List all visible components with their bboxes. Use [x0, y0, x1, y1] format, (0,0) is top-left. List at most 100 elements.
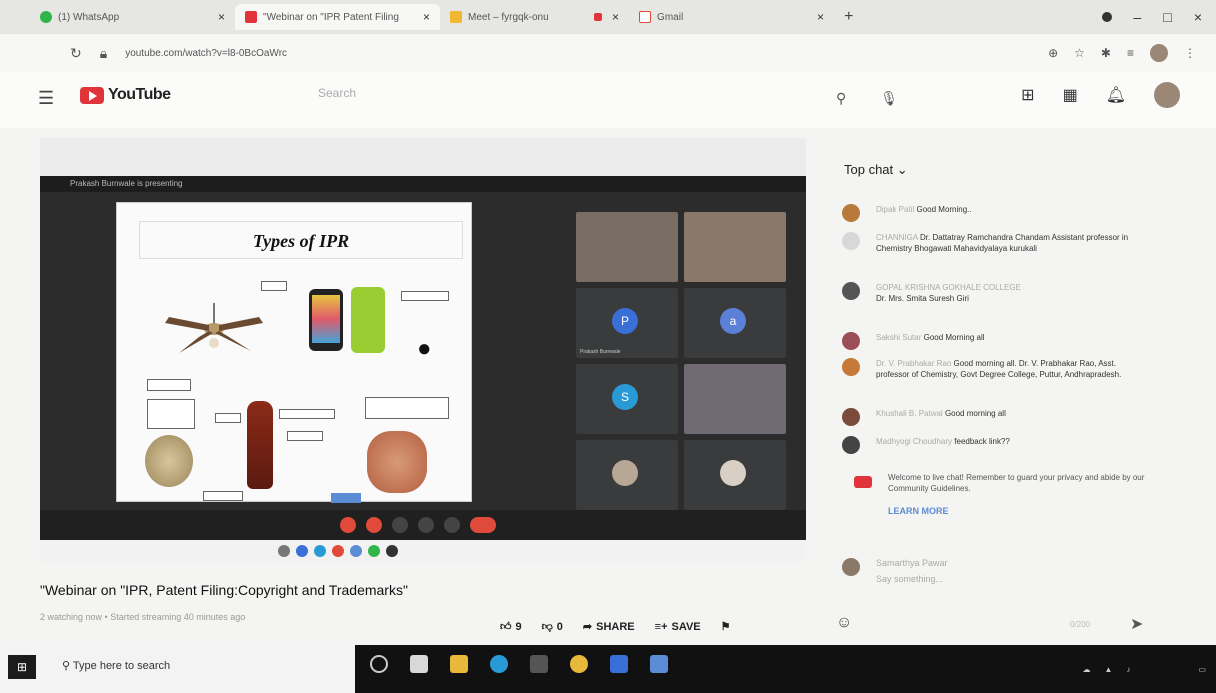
search-input[interactable]: Search	[318, 86, 356, 100]
participant-tile: P Prakash Burnwale	[576, 288, 678, 358]
notification-center-icon[interactable]: ▭	[1198, 665, 1206, 674]
share-button[interactable]: ➦ SHARE	[583, 620, 635, 634]
tab-whatsapp[interactable]: (1) WhatsApp ×	[30, 4, 235, 30]
end-call-button[interactable]	[470, 517, 496, 533]
close-tab-icon[interactable]: ×	[423, 10, 430, 24]
tab-gmail[interactable]: Gmail ×	[629, 4, 834, 30]
learn-more-link[interactable]: LEARN MORE	[888, 506, 1150, 516]
youtube-play-icon	[80, 86, 104, 104]
youtube-icon	[854, 476, 872, 488]
report-button[interactable]: ⚑	[721, 620, 731, 633]
weather-icon[interactable]: ☁	[1083, 665, 1091, 674]
chat-message-input[interactable]: Say something...	[876, 574, 1182, 584]
slide-label-box	[365, 397, 449, 419]
header-actions: ⊞ ▦ 🔔︎	[1021, 82, 1180, 108]
participant-name: Prakash Burnwale	[580, 349, 621, 355]
camera-off-button[interactable]	[366, 517, 382, 533]
search-actions: ⚲ 🎙︎	[836, 90, 898, 107]
lock-icon[interactable]: 🔒︎	[100, 45, 107, 62]
chat-avatar	[842, 232, 860, 250]
search-icon[interactable]: ⚲	[836, 90, 846, 107]
whatsapp-icon	[40, 11, 52, 23]
chat-text: Dr. Mrs. Smita Suresh Giri	[876, 294, 969, 303]
raise-hand-button[interactable]	[392, 517, 408, 533]
apple-logo-image: ●	[417, 335, 432, 362]
extensions-icon[interactable]: ✱	[1101, 46, 1111, 60]
present-button[interactable]	[418, 517, 434, 533]
participants-grid: P Prakash Burnwale a S	[576, 212, 786, 512]
close-tab-icon[interactable]: ×	[218, 10, 225, 24]
app-icon[interactable]	[530, 655, 548, 673]
chat-avatar	[842, 332, 860, 350]
clock[interactable]	[1144, 659, 1184, 679]
save-button[interactable]: ≡+ SAVE	[655, 621, 701, 633]
file-explorer-icon[interactable]	[450, 655, 468, 673]
chat-avatar	[842, 358, 860, 376]
star-icon[interactable]: ☆	[1074, 46, 1085, 60]
system-tray: ☁ ▲ ♪ ▭	[1083, 645, 1206, 693]
install-icon[interactable]: ⊕	[1048, 46, 1058, 60]
phone-black-image	[309, 289, 343, 351]
close-tab-icon[interactable]: ×	[612, 10, 619, 24]
mic-off-button[interactable]	[340, 517, 356, 533]
volume-icon[interactable]: ♪	[1126, 665, 1130, 674]
current-user-avatar	[842, 558, 860, 576]
more-options-button[interactable]	[444, 517, 460, 533]
chat-message: GOPAL KRISHNA GOKHALE COLLEGE Dr. Mrs. Sm…	[842, 282, 1142, 304]
app-icon[interactable]	[650, 655, 668, 673]
chat-text: Good Morning all	[923, 333, 985, 342]
apps-grid-icon[interactable]: ▦	[1063, 85, 1078, 105]
menu-icon[interactable]: ⋮	[1184, 46, 1196, 60]
profile-avatar[interactable]	[1150, 44, 1168, 62]
account-avatar[interactable]	[1154, 82, 1180, 108]
dislike-button[interactable]: 👎︎ 0	[542, 620, 563, 634]
send-icon[interactable]: ➤	[1130, 614, 1143, 634]
participant-avatar: P	[612, 308, 638, 334]
edge-icon[interactable]	[490, 655, 508, 673]
tab-title: Meet – fyrgqk-onu	[468, 11, 549, 23]
coca-cola-bottle-image	[247, 401, 273, 489]
close-tab-icon[interactable]: ×	[817, 10, 824, 24]
chat-header-label: Top chat	[844, 162, 894, 177]
embedded-app-icon	[278, 545, 290, 557]
emoji-icon[interactable]: ☺	[836, 614, 852, 632]
microphone-icon[interactable]: 🎙︎	[880, 90, 898, 107]
reading-list-icon[interactable]: ≡	[1127, 46, 1134, 60]
playlist-add-icon: ≡+	[654, 620, 668, 633]
store-icon[interactable]	[410, 655, 428, 673]
taskbar-search-input[interactable]: ⚲ Type here to search	[62, 659, 170, 672]
chat-input-area: Samarthya Pawar Say something...	[842, 558, 1182, 584]
chrome-icon[interactable]	[570, 655, 588, 673]
tab-meet[interactable]: Meet – fyrgqk-onu ×	[440, 4, 629, 30]
reload-icon[interactable]: ↻	[70, 45, 82, 62]
cortana-icon[interactable]	[370, 655, 388, 673]
slide-label-box	[331, 493, 361, 503]
hamburger-menu-icon[interactable]: ☰	[38, 88, 54, 109]
url-input[interactable]: youtube.com/watch?v=l8-0BcOaWrc	[125, 48, 287, 59]
chat-author: GOPAL KRISHNA GOKHALE COLLEGE	[876, 283, 1021, 292]
share-label: SHARE	[596, 620, 635, 633]
create-video-icon[interactable]: ⊞	[1021, 85, 1034, 105]
dislike-count: 0	[556, 620, 563, 633]
like-count: 9	[515, 620, 522, 633]
youtube-logo[interactable]: YouTube	[80, 86, 171, 104]
participant-tile: a	[684, 288, 786, 358]
chat-mode-selector[interactable]: Top chat ⌄	[844, 162, 908, 178]
minimize-button[interactable]: –	[1134, 9, 1142, 25]
notifications-bell-icon[interactable]: 🔔︎	[1106, 85, 1126, 105]
close-window-button[interactable]: ×	[1194, 9, 1202, 25]
video-player[interactable]: Prakash Burnwale is presenting Types of …	[40, 138, 806, 562]
profile-dot-icon[interactable]	[1101, 12, 1112, 22]
slide-label-box	[279, 409, 335, 419]
like-button[interactable]: 👍︎ 9	[500, 620, 522, 634]
new-tab-button[interactable]: +	[834, 8, 863, 26]
maximize-button[interactable]: □	[1163, 9, 1171, 25]
slide-label-box	[287, 431, 323, 441]
network-icon[interactable]: ▲	[1105, 665, 1113, 674]
windows-start-icon[interactable]: ⊞	[8, 655, 36, 679]
video-actions: 👍︎ 9 👎︎ 0 ➦ SHARE ≡+ SAVE ⚑	[500, 620, 731, 634]
embedded-app-icon	[296, 545, 308, 557]
tab-youtube[interactable]: "Webinar on "IPR Patent Filing ×	[235, 4, 441, 30]
participant-tile: S	[576, 364, 678, 434]
app-icon[interactable]	[610, 655, 628, 673]
